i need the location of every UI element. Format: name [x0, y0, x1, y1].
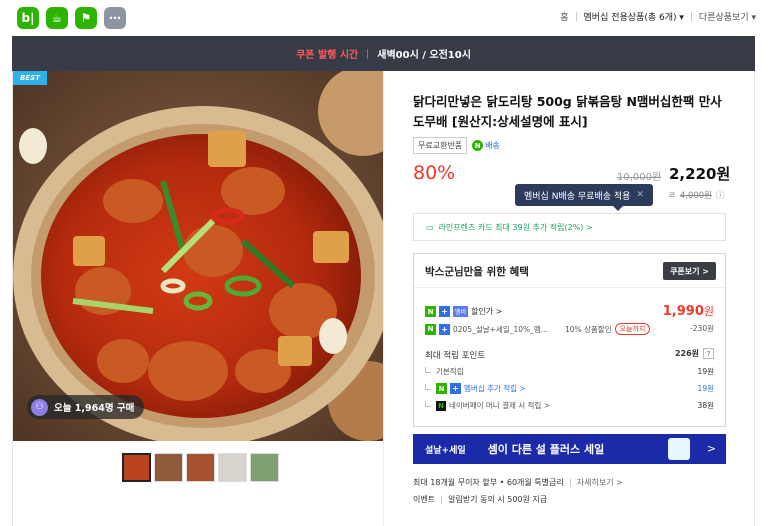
- naver-pay-icon: N: [436, 400, 446, 411]
- plus-badge-icon: +: [450, 383, 461, 394]
- points-total: 226원: [674, 349, 699, 358]
- thumbnail-strip: [122, 453, 279, 482]
- basic-points-value: 19원: [697, 367, 714, 376]
- promo-text: 셈이 다른 설 플러스 세일: [487, 443, 605, 456]
- gift-box-icon: [668, 438, 690, 460]
- coupon-row[interactable]: N + 0205_설날+세일_10%_멤... 10% 상품할인 오늘까지: [425, 323, 651, 335]
- points-label: 최대 적립 포인트: [425, 351, 486, 361]
- best-badge: BEST: [13, 71, 47, 85]
- free-shipping-tooltip: 멤버십 N배송 무료배송 적용 ✕: [515, 184, 653, 211]
- banner-label: 쿠폰 발행 시간: [296, 50, 359, 61]
- bookmark-icon[interactable]: ⚑: [75, 7, 97, 29]
- installment-info: 최대 18개월 무이자 할부 • 60개월 특별금리 자세히보기 >: [413, 477, 623, 488]
- n-badge-icon: N: [436, 383, 447, 394]
- more-apps-icon[interactable]: ⋯: [104, 7, 126, 29]
- coupon-view-button[interactable]: 쿠폰보기 >: [663, 262, 716, 280]
- promo-banner[interactable]: 설날+세일 셈이 다른 설 플러스 세일 >: [413, 434, 726, 464]
- final-price: 2,220원: [669, 165, 731, 183]
- chevron-right-icon: >: [706, 442, 716, 455]
- points-total-wrap: 226원 ?: [675, 348, 714, 359]
- membership-points-value: 19원: [697, 384, 714, 393]
- cart-icon: ⚇: [31, 398, 48, 416]
- n-badge-icon: N: [425, 323, 436, 335]
- breadcrumb-other-products[interactable]: 다른상품보기 ▾: [699, 10, 756, 23]
- close-icon[interactable]: ✕: [636, 190, 644, 200]
- benefit-panel: 박스군님만을 위한 혜택 쿠폰보기 > N + 멤버 할인가 > 1,990원 …: [413, 253, 726, 427]
- basic-points-row: 기본적립: [425, 366, 464, 377]
- today-only-tag: 오늘까지: [614, 323, 651, 335]
- product-image[interactable]: [13, 71, 383, 441]
- cafe-icon[interactable]: ☕: [46, 7, 68, 29]
- help-icon[interactable]: ?: [703, 348, 714, 359]
- breadcrumb-home[interactable]: 홈: [560, 10, 568, 23]
- event-info: 이벤트 알림받기 동의 시 500원 지급: [413, 495, 548, 504]
- n-delivery-tag: N 배송: [472, 140, 500, 151]
- thumbnail-4[interactable]: [218, 453, 247, 482]
- original-price: 10,000원: [617, 172, 662, 183]
- credit-card-icon: ▭: [426, 222, 434, 232]
- details-link[interactable]: 자세히보기 >: [577, 477, 623, 488]
- breadcrumb: 홈 멤버십 전용상품(총 6개) ▾ 다른상품보기 ▾: [560, 10, 756, 23]
- discount-price-row[interactable]: N + 멤버 할인가 >: [425, 306, 502, 317]
- thumbnail-2[interactable]: [154, 453, 183, 482]
- plus-badge-icon: +: [439, 323, 450, 335]
- promo-tag: 설날+세일: [425, 445, 466, 456]
- free-return-tag: 무료교환반품: [413, 137, 468, 154]
- product-tags: 무료교환반품 N 배송: [413, 137, 500, 154]
- purchase-count: 오늘 1,964명 구매: [54, 403, 135, 414]
- product-title: 닭다리만넣은 닭도리탕 500g 닭볶음탕 N맴버십한팩 만사도무배 [원산지:…: [413, 94, 722, 129]
- coupon-time-banner: 쿠폰 발행 시간 새벽00시 / 오전10시: [12, 36, 755, 71]
- thumbnail-1[interactable]: [122, 453, 151, 482]
- card-offer-text: 라인프렌즈 카드 최대 39원 추가 적립(2%) >: [438, 222, 593, 232]
- npay-points-row[interactable]: N 네이버페이 머니 결제 시 적립 >: [425, 400, 550, 411]
- n-badge-icon: N: [425, 306, 436, 317]
- shipping-fee: ㄹ 4,000원 ⓘ: [668, 189, 725, 201]
- n-delivery-icon: N: [472, 140, 484, 151]
- purchase-count-pill: ⚇ 오늘 1,964명 구매: [27, 395, 145, 419]
- benefit-title: 박스군님만을 위한 혜택: [425, 266, 529, 278]
- coupon-amount: -230원: [690, 324, 714, 333]
- column-divider: [383, 71, 384, 526]
- blog-icon[interactable]: b|: [17, 7, 39, 29]
- card-offer-box[interactable]: ▭ 라인프렌즈 카드 최대 39원 추가 적립(2%) >: [413, 213, 726, 241]
- discount-percent: 80%: [413, 162, 456, 184]
- thumbnail-3[interactable]: [186, 453, 215, 482]
- plus-badge-icon: +: [439, 306, 450, 317]
- breadcrumb-category[interactable]: 멤버십 전용상품(총 6개) ▾: [584, 10, 684, 23]
- banner-times: 새벽00시 / 오전10시: [377, 50, 471, 61]
- membership-points-row[interactable]: N + 멤버십 추가 적립 >: [425, 383, 526, 394]
- top-bar: b| ☕ ⚑ ⋯ 홈 멤버십 전용상품(총 6개) ▾ 다른상품보기 ▾: [0, 0, 768, 35]
- membership-badge-icon: 멤버: [453, 306, 469, 317]
- info-icon[interactable]: ⓘ: [716, 189, 725, 201]
- thumbnail-5[interactable]: [250, 453, 279, 482]
- npay-points-value: 38원: [697, 401, 714, 410]
- discount-price: 1,990원: [662, 304, 714, 319]
